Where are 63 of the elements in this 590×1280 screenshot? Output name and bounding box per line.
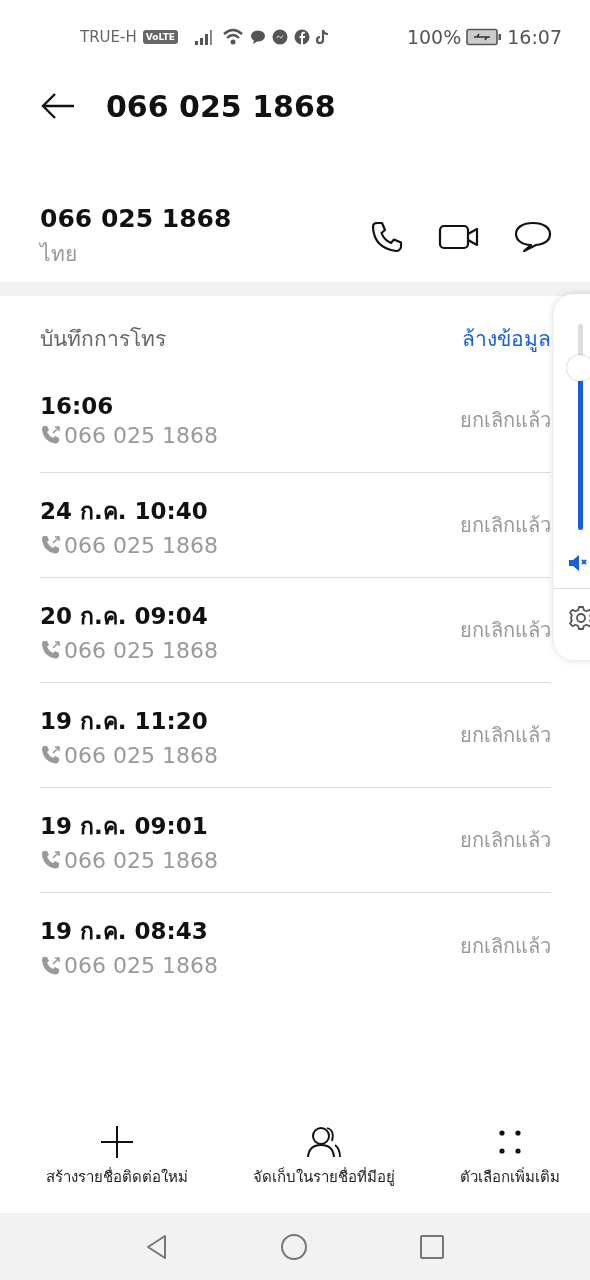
phone-number: 066 025 1868: [64, 742, 218, 768]
call-time: 24 ก.ค. 10:40: [40, 496, 209, 526]
volume-slider[interactable]: [566, 324, 590, 530]
back-arrow-icon: [40, 92, 76, 120]
page-title: 066 025 1868: [106, 88, 336, 124]
speaker-icon: [568, 554, 588, 572]
call-status: ยกเลิกแล้ว: [460, 512, 551, 539]
outgoing-call-icon: [40, 424, 62, 446]
messenger-icon: [271, 29, 288, 45]
phone-number: 066 025 1868: [40, 204, 232, 233]
phone-number: 066 025 1868: [64, 953, 218, 978]
region-label: ไทย: [40, 241, 78, 268]
clock-time: 16:07: [507, 26, 562, 48]
volte-badge: VoLTE: [142, 30, 178, 44]
section-title: บันทึกการโทร: [40, 325, 166, 353]
phone-number: 066 025 1868: [64, 532, 218, 558]
call-time: 19 ก.ค. 11:20: [40, 706, 209, 736]
call-log-row[interactable]: 16:06 066 025 1868 ยกเลิกแล้ว: [40, 368, 551, 473]
call-status: ยกเลิกแล้ว: [460, 407, 551, 434]
phone-number: 066 025 1868: [64, 847, 218, 873]
facebook-icon: [293, 29, 310, 45]
outgoing-call-icon: [40, 744, 62, 766]
music-note-icon: [315, 29, 330, 45]
phone-number: 066 025 1868: [64, 422, 218, 448]
outgoing-call-icon: [40, 639, 62, 661]
outgoing-call-icon: [40, 534, 62, 556]
call-button[interactable]: [370, 220, 404, 254]
clear-link[interactable]: ล้างข้อมูล: [462, 321, 551, 355]
call-log-row[interactable]: 19 ก.ค. 08:43 066 025 1868 ยกเลิกแล้ว: [40, 893, 551, 998]
call-time: 19 ก.ค. 09:01: [40, 811, 209, 841]
battery-percent: 100%: [406, 26, 462, 48]
call-time: 16:06: [40, 392, 115, 419]
recents-nav-icon[interactable]: [418, 1233, 445, 1260]
phone-icon: [370, 220, 404, 254]
action-button[interactable]: จัดเก็บในรายชื่อที่มีอยู่: [253, 1125, 395, 1205]
carrier-name: TRUE-H: [80, 28, 137, 46]
back-button[interactable]: [40, 92, 76, 120]
call-log-row[interactable]: 24 ก.ค. 10:40 066 025 1868 ยกเลิกแล้ว: [40, 473, 551, 578]
call-time: 19 ก.ค. 08:43: [40, 917, 209, 946]
call-status: ยกเลิกแล้ว: [460, 722, 551, 749]
message-button[interactable]: [514, 220, 552, 254]
action-button[interactable]: สร้างรายชื่อติดต่อใหม่: [46, 1125, 188, 1205]
call-status: ยกเลิกแล้ว: [460, 827, 551, 854]
video-camera-icon: [438, 223, 480, 251]
call-status: ยกเลิกแล้ว: [460, 932, 551, 960]
chat-icon: [249, 29, 266, 45]
outgoing-call-icon: [40, 849, 62, 871]
plus-icon: [100, 1125, 134, 1159]
wifi-icon: [221, 28, 244, 46]
video-call-button[interactable]: [438, 223, 480, 251]
call-status: ยกเลิกแล้ว: [460, 617, 551, 644]
phone-number: 066 025 1868: [64, 637, 218, 663]
home-nav-icon[interactable]: [280, 1232, 308, 1261]
outgoing-call-icon: [40, 954, 62, 977]
action-button[interactable]: ตัวเลือกเพิ่มเติม: [460, 1125, 560, 1205]
call-log-row[interactable]: 20 ก.ค. 09:04 066 025 1868 ยกเลิกแล้ว: [40, 578, 551, 683]
call-log-row[interactable]: 19 ก.ค. 11:20 066 025 1868 ยกเลิกแล้ว: [40, 683, 551, 788]
settings-icon[interactable]: [568, 605, 590, 631]
call-time: 20 ก.ค. 09:04: [40, 601, 209, 631]
speech-bubble-icon: [514, 220, 552, 254]
person-icon: [305, 1125, 343, 1159]
battery-icon: [466, 28, 503, 46]
call-log-row[interactable]: 19 ก.ค. 09:01 066 025 1868 ยกเลิกแล้ว: [40, 788, 551, 893]
